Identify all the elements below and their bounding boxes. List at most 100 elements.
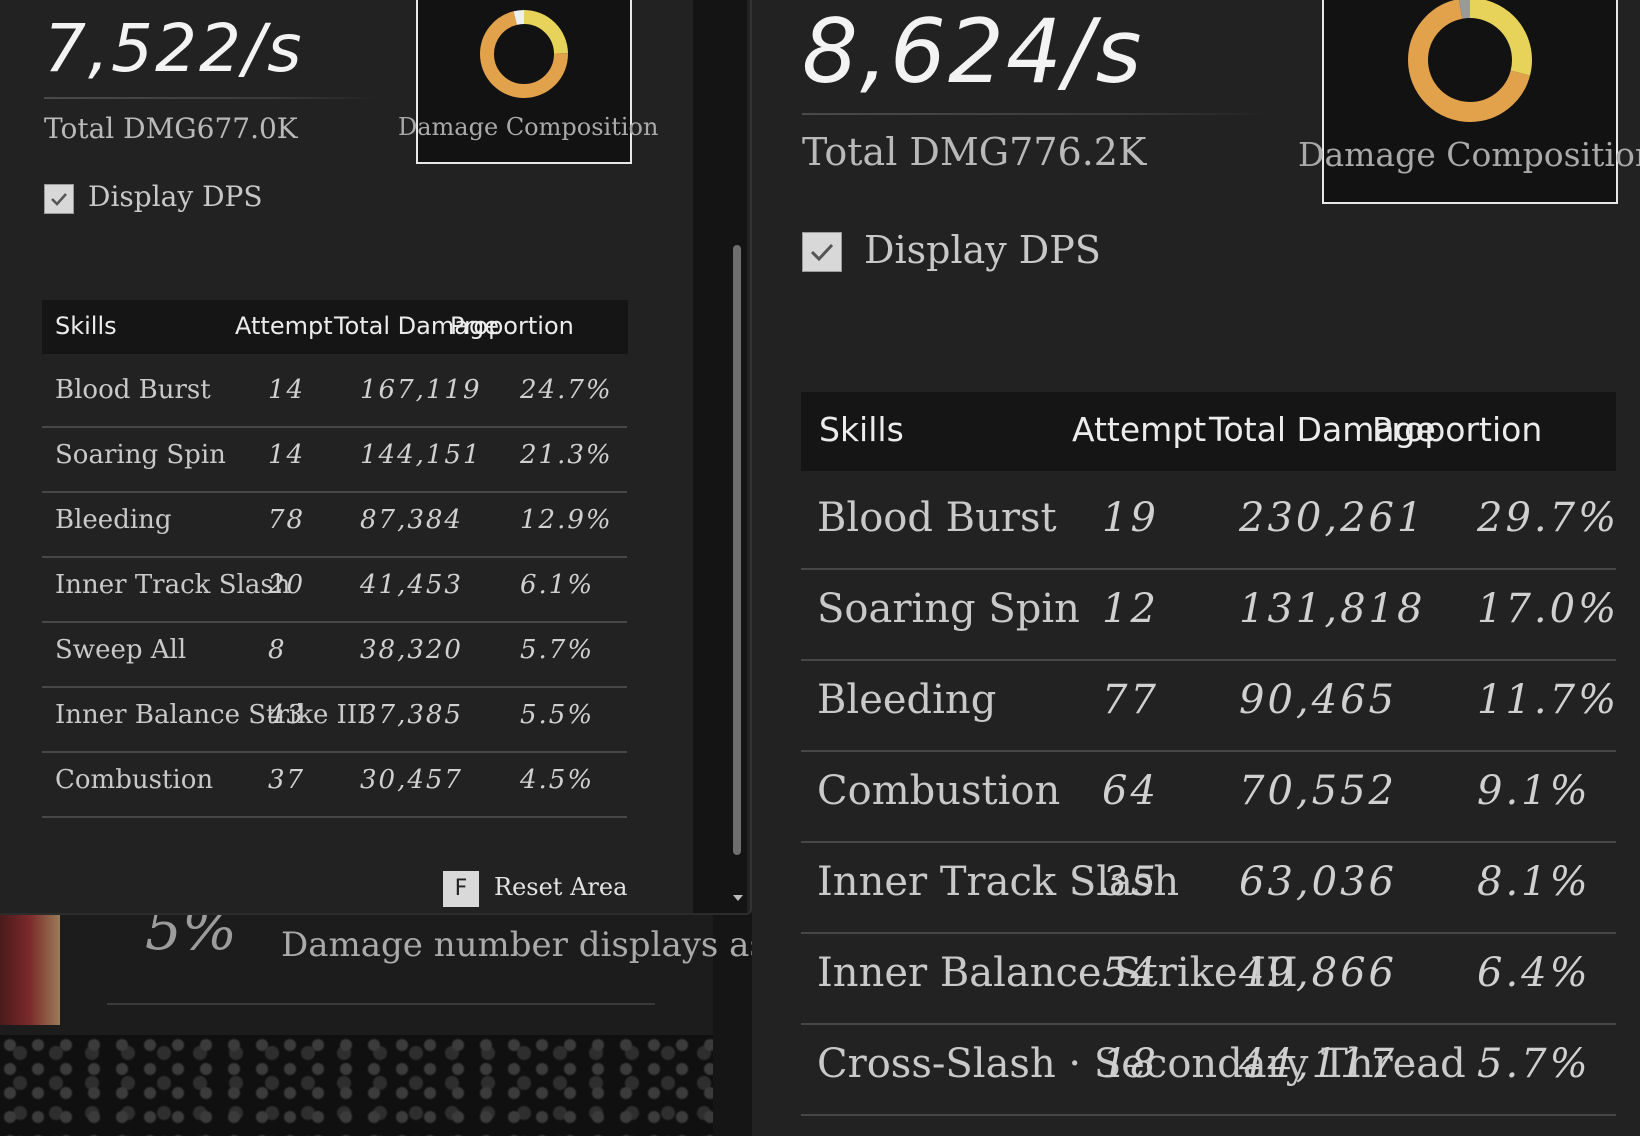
proportion-value: 8.1% xyxy=(1477,859,1591,905)
display-dps-checkbox[interactable] xyxy=(44,184,74,214)
display-dps-checkbox[interactable] xyxy=(802,232,842,272)
damage-composition-donut xyxy=(1408,0,1532,122)
proportion-value: 21.3% xyxy=(520,440,613,470)
proportion-value: 5.5% xyxy=(520,700,595,730)
total-damage-value: 167,119 xyxy=(360,375,482,405)
scroll-down-arrow-icon[interactable] xyxy=(733,895,743,901)
row-divider xyxy=(42,686,627,688)
row-divider xyxy=(801,841,1616,843)
attempt-count: 77 xyxy=(1102,677,1159,723)
proportion-value: 4.5% xyxy=(520,765,595,795)
total-damage-value: 30,457 xyxy=(360,765,463,795)
attempt-count: 19 xyxy=(1102,495,1159,541)
total-damage: Total DMG677.0K xyxy=(44,112,298,145)
total-damage-value: 70,552 xyxy=(1239,768,1397,814)
dps-value: 7,522/s xyxy=(44,10,304,87)
row-divider xyxy=(42,621,627,623)
total-damage: Total DMG776.2K xyxy=(802,130,1147,174)
dps-value: 8,624/s xyxy=(802,0,1144,103)
proportion-value: 11.7% xyxy=(1477,677,1620,723)
proportion-value: 12.9% xyxy=(520,505,613,535)
attempt-count: 37 xyxy=(268,765,306,795)
attempt-count: 35 xyxy=(1102,859,1159,905)
total-damage-value: 90,465 xyxy=(1239,677,1397,723)
attempt-count: 43 xyxy=(268,700,306,730)
total-damage-value: 63,036 xyxy=(1239,859,1397,905)
scrollbar[interactable] xyxy=(733,245,741,855)
proportion-value: 29.7% xyxy=(1477,495,1620,541)
right-dps-panel: 8,624/s Total DMG776.2K Damage Compositi… xyxy=(752,0,1640,1136)
damage-composition-label: Damage Composition xyxy=(398,113,659,141)
row-divider xyxy=(801,750,1616,752)
total-damage-value: 144,151 xyxy=(360,440,482,470)
rock-texture xyxy=(0,1035,713,1136)
row-divider xyxy=(42,556,627,558)
proportion-value: 9.1% xyxy=(1477,768,1591,814)
row-divider xyxy=(801,568,1616,570)
skill-name: Combustion xyxy=(817,768,1061,814)
total-damage-value: 87,384 xyxy=(360,505,463,535)
header-proportion: Proportion xyxy=(450,312,574,340)
skill-name: Soaring Spin xyxy=(817,586,1080,632)
reset-area-button[interactable]: Reset Area xyxy=(494,873,627,901)
checkmark-icon xyxy=(810,243,834,262)
reset-key-icon[interactable]: F xyxy=(443,871,479,907)
row-divider xyxy=(801,1023,1616,1025)
damage-composition-label: Damage Composition xyxy=(1298,135,1640,174)
proportion-value: 24.7% xyxy=(520,375,613,405)
row-divider xyxy=(42,816,627,818)
display-dps-label: Display DPS xyxy=(88,180,263,213)
header-attempt: Attempt xyxy=(1072,410,1207,449)
attempt-count: 18 xyxy=(1102,1041,1159,1087)
skill-name: Bleeding xyxy=(817,677,997,723)
attempt-count: 8 xyxy=(268,635,287,665)
row-divider xyxy=(42,751,627,753)
proportion-value: 17.0% xyxy=(1477,586,1620,632)
header-attempt: Attempt xyxy=(235,312,333,340)
display-dps-label: Display DPS xyxy=(864,228,1101,272)
left-dps-panel: 7,522/s Total DMG677.0K Damage Compositi… xyxy=(0,0,752,915)
header-skills: Skills xyxy=(55,312,117,340)
row-divider xyxy=(801,659,1616,661)
total-damage-value: 37,385 xyxy=(360,700,463,730)
total-damage-value: 38,320 xyxy=(360,635,463,665)
skill-name: Sweep All xyxy=(55,635,187,665)
skill-name: Inner Balance Strike III xyxy=(55,700,368,730)
row-divider xyxy=(42,491,627,493)
row-divider xyxy=(42,426,627,428)
row-divider xyxy=(801,932,1616,934)
total-damage-value: 131,818 xyxy=(1239,586,1426,632)
skill-name: Blood Burst xyxy=(817,495,1057,541)
total-damage-value: 49,866 xyxy=(1239,950,1397,996)
attempt-count: 14 xyxy=(268,375,306,405)
damage-number-note: Damage number displays as xyxy=(281,925,767,965)
proportion-value: 5.7% xyxy=(520,635,595,665)
divider xyxy=(107,1003,655,1005)
banner-decoration xyxy=(0,913,60,1025)
total-damage-value: 41,453 xyxy=(360,570,463,600)
row-divider xyxy=(801,1114,1616,1116)
total-damage-value: 230,261 xyxy=(1239,495,1426,541)
skill-name: Inner Balance Strike III xyxy=(817,950,1298,996)
skill-name: Inner Track Slash xyxy=(55,570,291,600)
damage-composition-donut xyxy=(480,10,568,98)
total-damage-value: 44,117 xyxy=(1239,1041,1397,1087)
header-skills: Skills xyxy=(819,410,904,449)
attempt-count: 14 xyxy=(268,440,306,470)
skill-name: Bleeding xyxy=(55,505,172,535)
header-proportion: Proportion xyxy=(1372,410,1543,449)
attempt-count: 20 xyxy=(268,570,306,600)
skill-name: Blood Burst xyxy=(55,375,211,405)
dps-underline xyxy=(44,97,379,99)
attempt-count: 78 xyxy=(268,505,306,535)
dps-underline xyxy=(802,113,1267,115)
attempt-count: 12 xyxy=(1102,586,1159,632)
proportion-value: 6.1% xyxy=(520,570,595,600)
attempt-count: 54 xyxy=(1102,950,1159,996)
skill-name: Soaring Spin xyxy=(55,440,226,470)
skill-name: Combustion xyxy=(55,765,214,795)
proportion-value: 6.4% xyxy=(1477,950,1591,996)
attempt-count: 64 xyxy=(1102,768,1159,814)
checkmark-icon xyxy=(51,193,67,206)
proportion-value: 5.7% xyxy=(1477,1041,1591,1087)
